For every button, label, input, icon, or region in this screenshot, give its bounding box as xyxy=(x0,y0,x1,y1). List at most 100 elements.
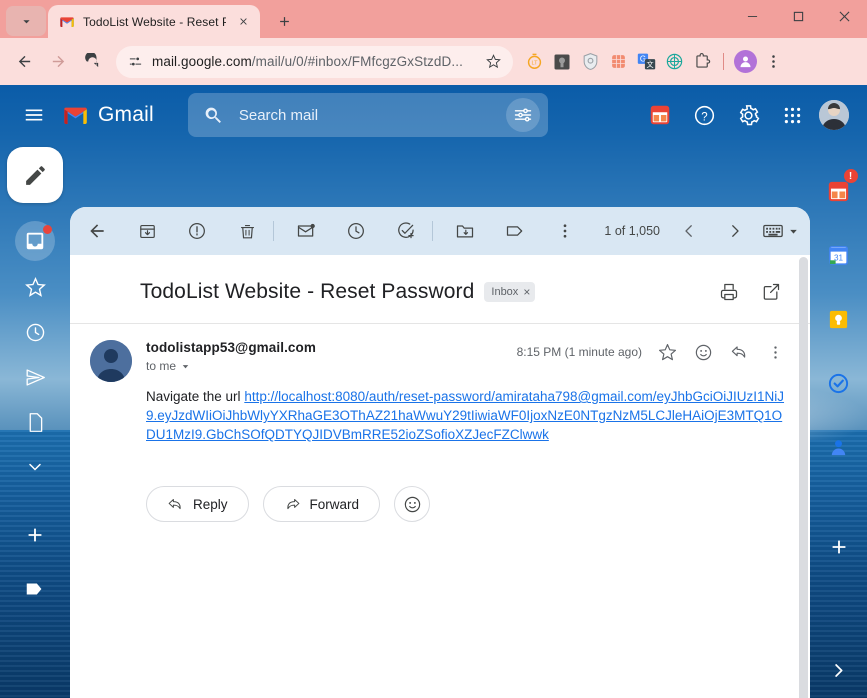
grid-orange-extension-icon[interactable] xyxy=(605,49,631,75)
account-avatar[interactable] xyxy=(819,100,849,130)
browser-tab[interactable]: TodoList Website - Reset Passw xyxy=(48,5,260,38)
google-contacts-icon[interactable] xyxy=(819,427,859,467)
next-email-button[interactable] xyxy=(718,214,752,248)
url-path: /mail/u/0/#inbox/FMfcgzGxStzdD... xyxy=(251,54,463,69)
browser-profile-button[interactable] xyxy=(732,49,758,75)
labels-button[interactable] xyxy=(498,214,532,248)
sidebar-item-sent[interactable] xyxy=(13,358,57,396)
svg-text:LT: LT xyxy=(531,61,538,67)
google-tasks-icon[interactable] xyxy=(819,363,859,403)
back-button[interactable] xyxy=(8,46,40,78)
apps-promo-icon[interactable] xyxy=(643,98,677,132)
sidebar-item-new-label[interactable] xyxy=(13,516,57,554)
new-tab-button[interactable] xyxy=(270,7,298,35)
avatar[interactable] xyxy=(90,340,132,382)
email-subject-row: TodoList Website - Reset Password Inbox … xyxy=(70,255,810,323)
toolbar-divider xyxy=(432,221,433,241)
sidebar-item-more[interactable] xyxy=(13,448,57,486)
move-to-button[interactable] xyxy=(448,214,482,248)
report-spam-icon xyxy=(189,223,205,239)
extensions-row: LT G文 xyxy=(521,49,786,75)
sidebar-item-snoozed[interactable] xyxy=(13,313,57,351)
label-chip-inbox[interactable]: Inbox × xyxy=(484,282,536,302)
email-scrollbar[interactable] xyxy=(799,257,808,698)
more-vertical-icon[interactable] xyxy=(764,341,786,363)
plus-icon xyxy=(279,16,289,26)
label-icon xyxy=(26,583,42,595)
window-close-button[interactable] xyxy=(821,0,867,32)
compose-button[interactable] xyxy=(7,147,63,203)
search-input-placeholder: Search mail xyxy=(238,106,319,124)
window-minimize-button[interactable] xyxy=(729,0,775,32)
forward-button[interactable] xyxy=(42,46,74,78)
archive-button[interactable] xyxy=(130,214,164,248)
bookmark-button[interactable] xyxy=(481,50,505,74)
expand-side-panel-icon[interactable] xyxy=(819,650,859,690)
back-to-inbox-button[interactable] xyxy=(80,214,114,248)
previous-email-button[interactable] xyxy=(672,214,706,248)
settings-gear-icon[interactable] xyxy=(731,98,765,132)
send-icon xyxy=(26,368,45,386)
sidebar-item-drafts[interactable] xyxy=(13,403,57,441)
snooze-button[interactable] xyxy=(339,214,373,248)
back-arrow-icon xyxy=(18,55,30,68)
google-translate-extension-icon[interactable]: G文 xyxy=(633,49,659,75)
add-side-panel-icon[interactable] xyxy=(819,527,859,567)
add-to-tasks-button[interactable] xyxy=(389,214,423,248)
google-calendar-icon[interactable]: 31 xyxy=(819,235,859,275)
help-icon[interactable]: ? xyxy=(687,98,721,132)
toolbar-divider xyxy=(273,221,274,241)
scrollbar-thumb[interactable] xyxy=(799,257,808,698)
search-mail-box[interactable]: Search mail xyxy=(187,93,548,137)
keyboard-icon xyxy=(763,224,783,238)
forward-arrow-icon xyxy=(52,55,64,68)
search-options-icon[interactable] xyxy=(505,98,540,132)
more-options-button[interactable] xyxy=(548,214,582,248)
reload-icon xyxy=(84,53,98,68)
browser-menu-button[interactable] xyxy=(760,49,786,75)
dark-reader-extension-icon[interactable] xyxy=(549,49,575,75)
email-content: TodoList Website - Reset Password Inbox … xyxy=(70,255,810,698)
mark-unread-button[interactable] xyxy=(289,214,323,248)
google-apps-grid-icon[interactable] xyxy=(775,98,809,132)
gmail-header: Gmail Search mail ? xyxy=(0,85,867,145)
email-reading-pane: 1 of 1,050 TodoList Website - Reset Pass… xyxy=(70,207,810,698)
forward-arrow-icon xyxy=(286,498,299,509)
tab-close-button[interactable] xyxy=(234,13,252,31)
delete-button[interactable] xyxy=(230,214,264,248)
emoji-reaction-button[interactable] xyxy=(394,486,431,522)
email-recipient[interactable]: to me xyxy=(146,359,316,373)
back-arrow-icon xyxy=(90,224,104,238)
sidebar-item-starred[interactable] xyxy=(13,268,57,306)
caret-down-icon xyxy=(790,229,797,234)
label-chip-remove-icon[interactable]: × xyxy=(523,285,530,299)
gmail-favicon xyxy=(60,16,74,27)
google-keep-icon[interactable] xyxy=(819,299,859,339)
sidebar-item-inbox[interactable] xyxy=(15,221,55,261)
add-reaction-icon[interactable] xyxy=(692,341,714,363)
sidebar-item-labels[interactable] xyxy=(13,570,57,608)
pencil-icon xyxy=(25,165,45,185)
star-icon[interactable] xyxy=(656,341,678,363)
gmail-logo[interactable]: Gmail xyxy=(62,102,154,129)
reload-button[interactable] xyxy=(76,46,108,78)
keyboard-shortcuts-button[interactable] xyxy=(754,220,800,242)
workspace-apps-icon[interactable]: ! xyxy=(819,169,859,211)
open-in-new-window-icon[interactable] xyxy=(756,277,786,307)
clock-timer-extension-icon[interactable]: LT xyxy=(521,49,547,75)
reply-arrow-icon[interactable] xyxy=(728,341,750,363)
site-settings-icon[interactable] xyxy=(122,49,148,75)
reply-button[interactable]: Reply xyxy=(146,486,249,522)
address-bar[interactable]: mail.google.com/mail/u/0/#inbox/FMfcgzGx… xyxy=(116,45,513,78)
main-menu-button[interactable] xyxy=(14,95,54,135)
extensions-puzzle-icon[interactable] xyxy=(689,49,715,75)
window-maximize-button[interactable] xyxy=(775,0,821,32)
forward-button[interactable]: Forward xyxy=(262,486,381,522)
tab-search-button[interactable] xyxy=(6,6,46,36)
print-icon[interactable] xyxy=(714,277,744,307)
gmail-right-rail: ! 31 xyxy=(810,145,867,698)
teal-web-extension-icon[interactable] xyxy=(661,49,687,75)
report-spam-button[interactable] xyxy=(180,214,214,248)
toolbar-divider xyxy=(723,53,724,70)
shield-privacy-extension-icon[interactable] xyxy=(577,49,603,75)
